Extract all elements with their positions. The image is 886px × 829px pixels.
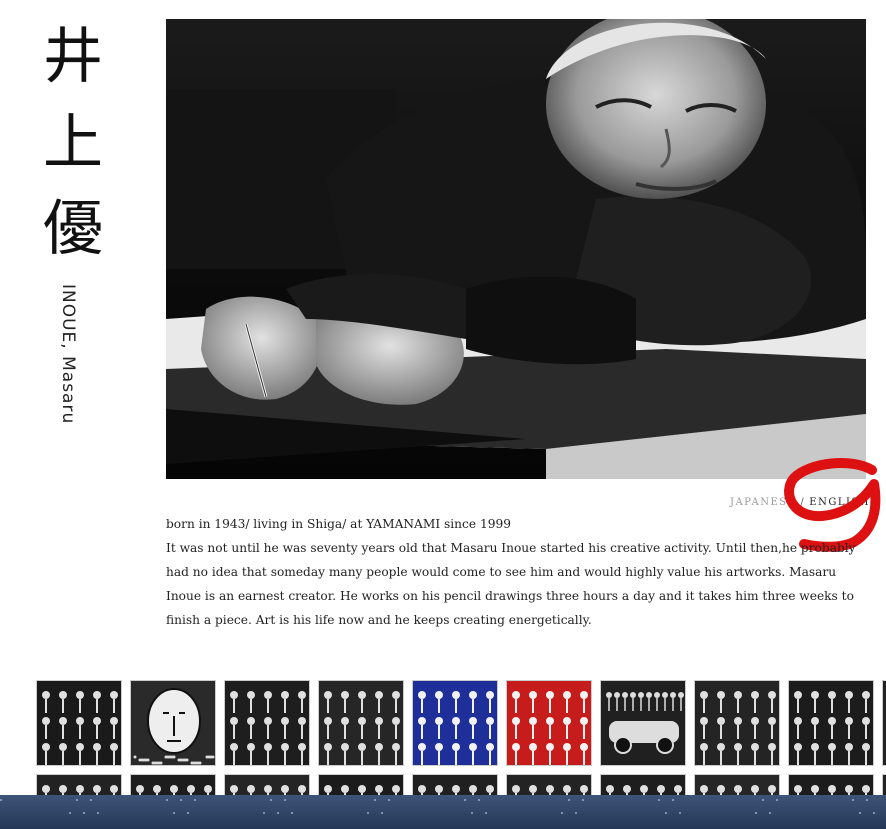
name-kanji-char: 優 (43, 194, 103, 264)
artwork-image (225, 775, 309, 795)
artwork-image (319, 775, 403, 795)
bio-summary: born in 1943/ living in Shiga/ at YAMANA… (166, 517, 511, 531)
footer-star (866, 799, 868, 801)
footer-star (166, 799, 168, 801)
bio-body: It was not until he was seventy years ol… (166, 541, 856, 627)
artwork-thumbnail[interactable] (318, 680, 404, 766)
artist-name-roman: INOUE, Masaru (58, 284, 78, 425)
artwork-image (37, 775, 121, 795)
footer-star (485, 812, 487, 814)
footer-star (568, 799, 570, 801)
footer-star (776, 799, 778, 801)
artwork-thumbnail[interactable] (600, 774, 686, 795)
artwork-image (695, 681, 779, 765)
artwork-image (789, 681, 873, 765)
artwork-image (37, 681, 121, 765)
footer-star (388, 799, 390, 801)
artwork-thumbnail[interactable] (788, 680, 874, 766)
footer-star (575, 812, 577, 814)
artwork-image (413, 681, 497, 765)
footer-star (471, 812, 473, 814)
artwork-thumbnail[interactable] (882, 680, 886, 766)
artwork-thumbnail[interactable] (224, 774, 310, 795)
footer-star (284, 799, 286, 801)
footer-star (561, 812, 563, 814)
footer-star (374, 799, 376, 801)
artwork-thumbnail[interactable] (694, 774, 780, 795)
footer-star (478, 799, 480, 801)
footer-star (679, 812, 681, 814)
footer-star (180, 799, 182, 801)
footer-star (69, 812, 71, 814)
artwork-thumbnail[interactable] (36, 680, 122, 766)
footer-star (97, 812, 99, 814)
artwork-thumbnail[interactable] (412, 774, 498, 795)
lang-japanese-link[interactable]: JAPANESE (730, 497, 796, 508)
artwork-thumbnail[interactable] (130, 774, 216, 795)
artwork-thumbnail[interactable] (506, 774, 592, 795)
footer-star (83, 812, 85, 814)
artwork-thumbnail[interactable] (224, 680, 310, 766)
artwork-thumbnail[interactable] (882, 774, 886, 795)
footer-star (665, 812, 667, 814)
artwork-image (507, 775, 591, 795)
artwork-image (601, 681, 685, 765)
footer-star (873, 812, 875, 814)
footer-star (0, 799, 2, 801)
artist-bio: born in 1943/ living in Shiga/ at YAMANA… (166, 512, 866, 632)
language-switcher: JAPANESE / ENGLISH (730, 497, 870, 508)
artwork-thumbnail[interactable] (36, 774, 122, 795)
artwork-image (131, 775, 215, 795)
footer-star (90, 799, 92, 801)
footer-star (672, 799, 674, 801)
footer-star (464, 799, 466, 801)
artwork-thumbnail[interactable] (130, 680, 216, 766)
footer-star (291, 812, 293, 814)
footer-star (277, 812, 279, 814)
footer-star (762, 799, 764, 801)
footer-star (658, 799, 660, 801)
footer-star (76, 799, 78, 801)
footer-star (263, 812, 265, 814)
artwork-thumbnail[interactable] (318, 774, 404, 795)
name-kanji-char: 上 (43, 108, 103, 178)
footer-star (859, 812, 861, 814)
footer-star (582, 799, 584, 801)
name-kanji-char: 井 (43, 22, 103, 92)
artwork-image (789, 775, 873, 795)
footer-bar (0, 795, 886, 829)
artwork-image (225, 681, 309, 765)
footer-star (173, 812, 175, 814)
footer-star (194, 799, 196, 801)
artwork-image (413, 775, 497, 795)
footer-star (381, 812, 383, 814)
footer-star (270, 799, 272, 801)
artwork-image (601, 775, 685, 795)
artwork-thumbnail[interactable] (694, 680, 780, 766)
artwork-image (131, 681, 215, 765)
artist-name-kanji: 井 上 優 (38, 14, 108, 272)
artist-portrait-photo (166, 19, 866, 479)
lang-english-link[interactable]: ENGLISH (809, 497, 870, 508)
footer-star (367, 812, 369, 814)
artwork-thumbnail[interactable] (600, 680, 686, 766)
artwork-thumbnail[interactable] (412, 680, 498, 766)
artwork-thumbnail[interactable] (506, 680, 592, 766)
footer-star (755, 812, 757, 814)
lang-separator: / (800, 497, 806, 508)
artwork-image (695, 775, 779, 795)
footer-star (187, 812, 189, 814)
artwork-gallery (36, 680, 886, 795)
artwork-image (507, 681, 591, 765)
footer-star (852, 799, 854, 801)
footer-star (769, 812, 771, 814)
artwork-image (319, 681, 403, 765)
artwork-thumbnail[interactable] (788, 774, 874, 795)
